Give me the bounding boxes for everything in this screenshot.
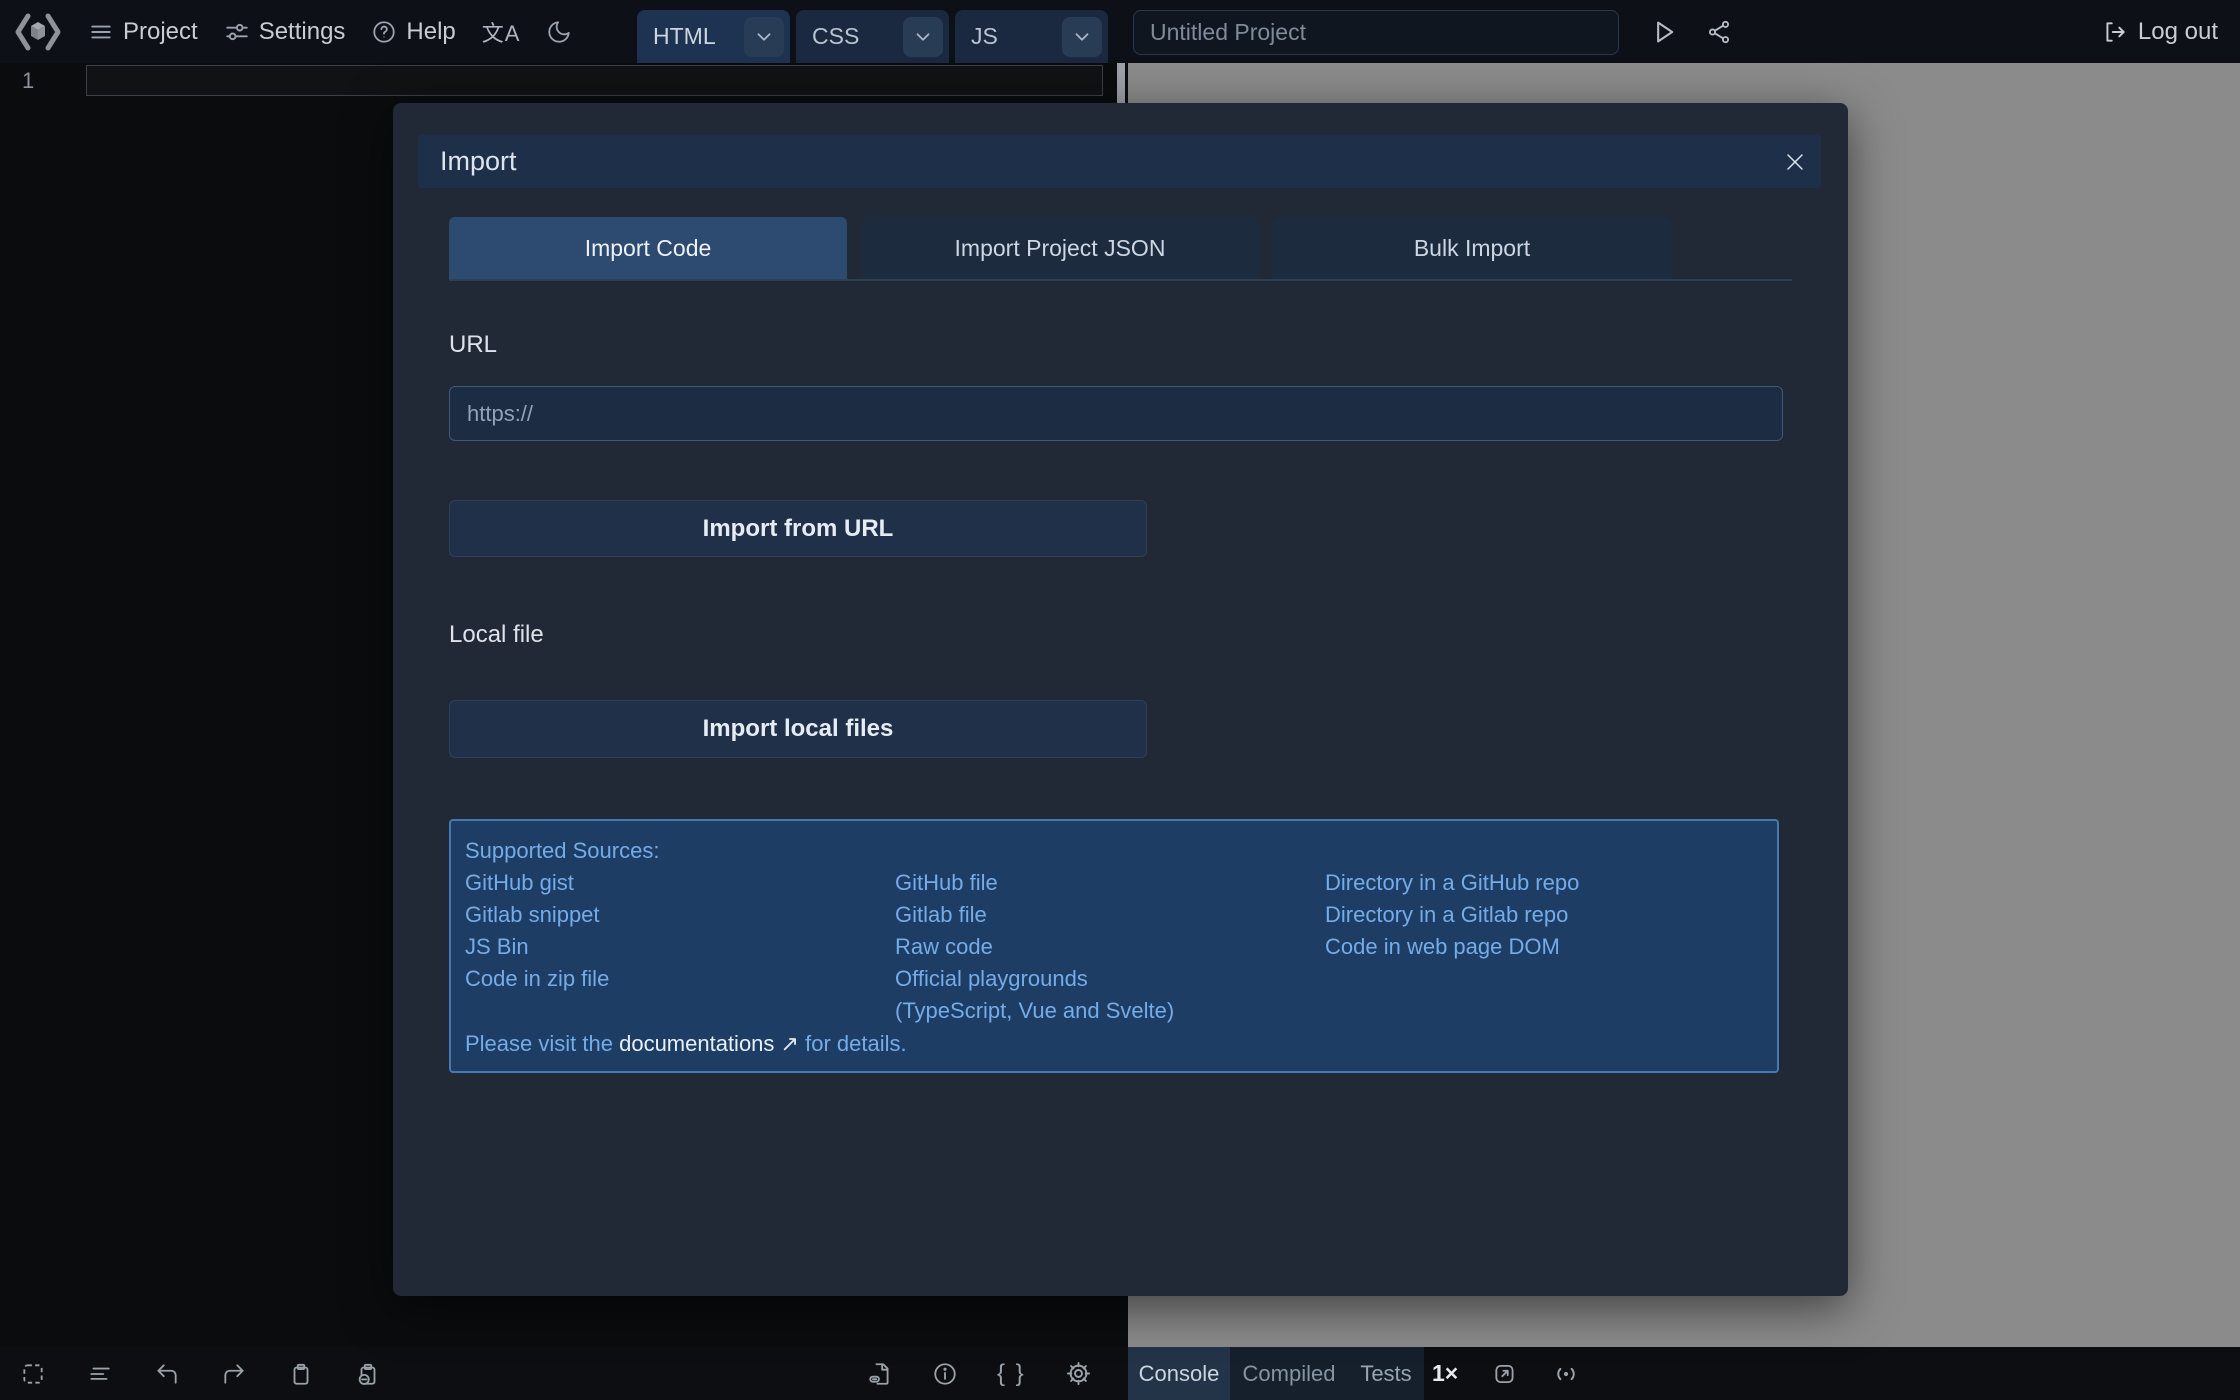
local-file-label: Local file (449, 621, 544, 648)
tab-js-label: JS (971, 23, 998, 49)
tab-import-project-json[interactable]: Import Project JSON (861, 217, 1259, 279)
result-zoom-button[interactable]: 1× (1432, 1360, 1458, 1387)
chevron-down-icon (1075, 32, 1089, 41)
source-github-file[interactable]: GitHub file (895, 867, 1174, 899)
statusbar-right-icons: 1× (1432, 1347, 1580, 1400)
close-button[interactable] (1768, 135, 1821, 188)
import-local-files-button[interactable]: Import local files (449, 700, 1147, 758)
translate-icon[interactable]: 文A (482, 16, 521, 48)
logout-icon (2102, 19, 2128, 45)
html-select-button[interactable] (744, 16, 784, 57)
source-raw-code[interactable]: Raw code (895, 931, 1174, 963)
livecodes-logo[interactable] (14, 10, 62, 54)
js-select-button[interactable] (1062, 16, 1102, 57)
logout-label: Log out (2137, 17, 2218, 45)
external-resources-icon[interactable] (867, 1361, 893, 1387)
project-title-input[interactable] (1133, 10, 1619, 55)
source-github-repo-dir[interactable]: Directory in a GitHub repo (1325, 867, 1579, 899)
broadcast-icon[interactable] (1552, 1360, 1580, 1388)
redo-icon[interactable] (221, 1361, 247, 1387)
footer-suffix: for details. (805, 1031, 907, 1056)
main-menu-group: Project Settings Help 文A (14, 0, 572, 63)
logout-button[interactable]: Log out (2102, 0, 2218, 63)
info-icon[interactable] (932, 1361, 958, 1387)
close-icon (1786, 153, 1803, 170)
help-icon (371, 19, 397, 45)
source-github-gist[interactable]: GitHub gist (465, 867, 609, 899)
supported-sources-heading: Supported Sources: (465, 838, 660, 863)
url-label: URL (449, 331, 498, 358)
tab-css-label: CSS (812, 23, 860, 49)
help-menu[interactable]: Help (371, 17, 456, 46)
tab-import-code[interactable]: Import Code (449, 217, 847, 279)
share-icon[interactable] (1706, 19, 1732, 45)
top-toolbar: Project Settings Help 文A HTML CSS JS Unt… (0, 0, 2240, 63)
status-bar: { } Console Compiled Tests 1× (0, 1347, 2240, 1400)
tools-panel-tabs: Console Compiled Tests (1128, 1347, 1424, 1400)
app-window: Project Settings Help 文A HTML CSS JS Unt… (0, 0, 2240, 1400)
editor-current-line[interactable] (86, 65, 1103, 96)
source-official-playgrounds[interactable]: Official playgrounds (895, 963, 1174, 995)
tab-html[interactable]: HTML (637, 10, 790, 63)
statusbar-left-icons (20, 1347, 381, 1400)
import-modal-header: Import (418, 135, 1821, 188)
project-menu-label: Project (123, 17, 198, 45)
statusbar-middle-icons: { } (867, 1347, 1092, 1400)
format-code-icon[interactable] (87, 1361, 113, 1387)
tab-html-label: HTML (653, 23, 716, 49)
settings-menu-label: Settings (258, 17, 346, 45)
run-share-group (1650, 0, 1732, 63)
sources-column-2: GitHub file Gitlab file Raw code Officia… (895, 867, 1174, 1027)
css-select-button[interactable] (903, 16, 943, 57)
import-modal: Import Import Code Import Project JSON B… (393, 103, 1848, 1296)
sliders-icon (224, 19, 250, 45)
line-number: 1 (22, 68, 35, 93)
paste-icon[interactable] (355, 1361, 381, 1387)
theme-moon-icon[interactable] (546, 19, 572, 45)
chevron-down-icon (757, 32, 771, 41)
source-gitlab-file[interactable]: Gitlab file (895, 899, 1174, 931)
source-playgrounds-detail[interactable]: (TypeScript, Vue and Svelte) (895, 995, 1174, 1027)
import-modal-tabs: Import Code Import Project JSON Bulk Imp… (449, 217, 1792, 281)
custom-settings-icon[interactable]: { } (997, 1360, 1026, 1388)
source-gitlab-snippet[interactable]: Gitlab snippet (465, 899, 609, 931)
undo-icon[interactable] (154, 1361, 180, 1387)
source-gitlab-repo-dir[interactable]: Directory in a Gitlab repo (1325, 899, 1579, 931)
footer-prefix: Please visit the (465, 1031, 613, 1056)
menu-icon (88, 19, 114, 45)
source-web-page-dom[interactable]: Code in web page DOM (1325, 931, 1579, 963)
tab-tests[interactable]: Tests (1348, 1347, 1424, 1400)
modal-title: Import (440, 146, 517, 176)
documentations-link[interactable]: documentations (619, 1031, 774, 1056)
tab-css[interactable]: CSS (796, 10, 949, 63)
sources-column-3: Directory in a GitHub repo Directory in … (1325, 867, 1579, 963)
tab-js[interactable]: JS (955, 10, 1108, 63)
help-menu-label: Help (406, 17, 456, 45)
external-link-arrow-icon[interactable]: ↗ (781, 1031, 799, 1056)
editor-language-tabs: HTML CSS JS (637, 10, 1108, 63)
tab-bulk-import[interactable]: Bulk Import (1273, 217, 1671, 279)
select-all-icon[interactable] (20, 1361, 46, 1387)
tab-console[interactable]: Console (1128, 1347, 1230, 1400)
run-icon[interactable] (1650, 18, 1678, 46)
source-zip-file[interactable]: Code in zip file (465, 963, 609, 995)
copy-icon[interactable] (288, 1361, 314, 1387)
open-result-window-icon[interactable] (1492, 1361, 1518, 1387)
url-input[interactable] (449, 386, 1783, 441)
supported-sources-box: Supported Sources: GitHub gist Gitlab sn… (449, 819, 1779, 1073)
source-jsbin[interactable]: JS Bin (465, 931, 609, 963)
sources-column-1: GitHub gist Gitlab snippet JS Bin Code i… (465, 867, 609, 995)
settings-menu[interactable]: Settings (224, 17, 346, 46)
tab-compiled[interactable]: Compiled (1230, 1347, 1348, 1400)
project-menu[interactable]: Project (88, 18, 198, 46)
gear-icon[interactable] (1065, 1360, 1092, 1387)
import-from-url-button[interactable]: Import from URL (449, 500, 1147, 557)
chevron-down-icon (916, 32, 930, 41)
sources-footer: Please visit the documentations ↗ for de… (465, 1028, 907, 1060)
